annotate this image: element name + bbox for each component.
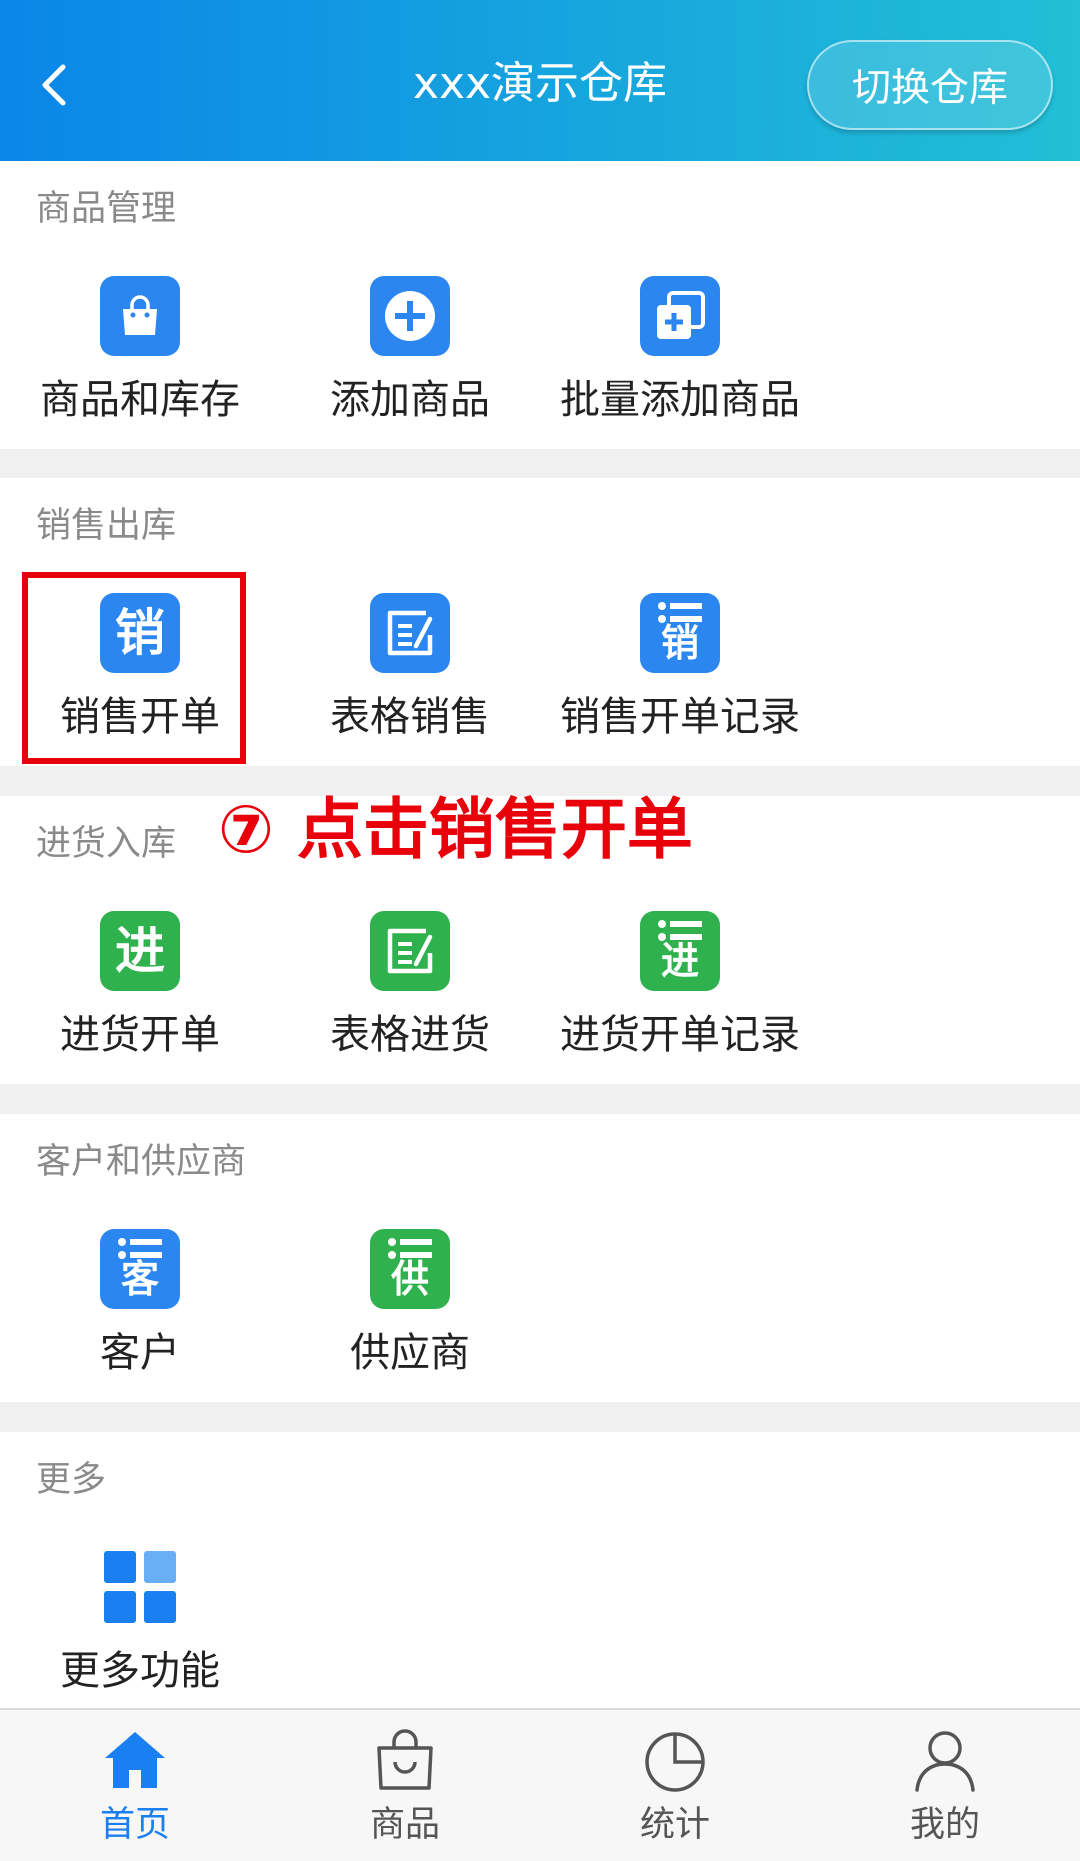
- item-label: 添加商品: [330, 377, 490, 423]
- top-bar: xxx演示仓库 切换仓库: [0, 0, 1080, 161]
- purchase-order-button[interactable]: 进 进货开单: [0, 911, 270, 1091]
- item-label: 更多功能: [60, 1648, 220, 1694]
- item-label: 进货开单记录: [560, 1012, 800, 1058]
- section-partners: 客户和供应商 客 客户 供 供应商: [0, 1114, 1080, 1402]
- item-label: 表格进货: [330, 1012, 490, 1058]
- section-title: 客户和供应商: [36, 1142, 247, 1182]
- item-label: 客户: [100, 1330, 180, 1376]
- item-label: 商品和库存: [40, 377, 240, 423]
- item-label: 批量添加商品: [560, 377, 800, 423]
- more-functions-button[interactable]: 更多功能: [0, 1547, 270, 1727]
- annotation-text: ⑦ 点击销售开单: [218, 791, 693, 868]
- tab-mine[interactable]: 我的: [810, 1710, 1080, 1861]
- batch-add-goods-button[interactable]: 批量添加商品: [540, 276, 810, 456]
- chevron-left-icon: [42, 64, 66, 106]
- sales-record-button[interactable]: 销 销售开单记录: [540, 593, 810, 773]
- highlight-box: [22, 572, 246, 764]
- form-edit-icon: [370, 911, 450, 991]
- section-goods: 商品管理 商品和库存 添加商品 批量添加商品: [0, 161, 1080, 449]
- purchase-icon: 进: [100, 911, 180, 991]
- section-title: 销售出库: [36, 506, 177, 546]
- item-label: 销售开单记录: [560, 694, 800, 740]
- sales-record-icon: 销: [640, 593, 720, 673]
- supplier-button[interactable]: 供 供应商: [270, 1229, 540, 1409]
- section-title: 商品管理: [36, 189, 177, 229]
- supplier-icon: 供: [370, 1229, 450, 1309]
- add-circle-icon: [370, 276, 450, 356]
- bottom-tab-bar: 首页 商品 统计 我的: [0, 1708, 1080, 1861]
- grid-icon: [100, 1547, 180, 1627]
- tab-label: 商品: [369, 1805, 440, 1845]
- customer-button[interactable]: 客 客户: [0, 1229, 270, 1409]
- page-title: xxx演示仓库: [412, 58, 668, 109]
- tab-stats[interactable]: 统计: [540, 1710, 810, 1861]
- item-label: 进货开单: [60, 1012, 220, 1058]
- tab-label: 首页: [99, 1805, 170, 1845]
- section-title: 进货入库: [36, 824, 177, 864]
- user-icon: [915, 1731, 975, 1792]
- table-purchase-button[interactable]: 表格进货: [270, 911, 540, 1091]
- purchase-record-icon: 进: [640, 911, 720, 991]
- goods-and-stock-button[interactable]: 商品和库存: [0, 276, 270, 456]
- back-button[interactable]: [28, 50, 80, 120]
- batch-add-icon: [640, 276, 720, 356]
- switch-warehouse-button[interactable]: 切换仓库: [807, 40, 1053, 130]
- table-sales-button[interactable]: 表格销售: [270, 593, 540, 773]
- customer-icon: 客: [100, 1229, 180, 1309]
- tab-goods[interactable]: 商品: [270, 1710, 540, 1861]
- add-goods-button[interactable]: 添加商品: [270, 276, 540, 456]
- tab-home[interactable]: 首页: [0, 1710, 270, 1861]
- section-title: 更多: [36, 1460, 107, 1500]
- item-label: 表格销售: [330, 694, 490, 740]
- tab-label: 我的: [909, 1805, 980, 1845]
- section-more: 更多 更多功能: [0, 1432, 1080, 1708]
- form-edit-icon: [370, 593, 450, 673]
- purchase-record-button[interactable]: 进 进货开单记录: [540, 911, 810, 1091]
- item-label: 供应商: [350, 1330, 470, 1376]
- shopping-bag-icon: [100, 276, 180, 356]
- tab-label: 统计: [639, 1805, 710, 1845]
- pie-chart-icon: [645, 1732, 705, 1792]
- bag-icon: [377, 1729, 433, 1790]
- home-icon: [105, 1732, 165, 1788]
